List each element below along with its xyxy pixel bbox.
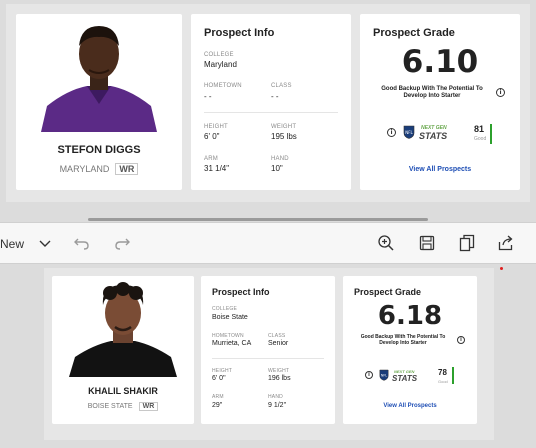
info-icon[interactable]: i	[457, 336, 465, 344]
nfl-shield-icon: NFL	[379, 369, 389, 381]
prospect-grade-card: Prospect Grade 6.10 Good Backup With The…	[360, 14, 520, 190]
info-icon[interactable]: i	[496, 88, 505, 97]
hand-value: 10"	[271, 164, 283, 173]
prospect-info-card: Prospect Info COLLEGE Boise State HOMETO…	[201, 276, 335, 424]
redo-icon[interactable]	[113, 234, 131, 252]
copy-icon[interactable]	[458, 234, 476, 252]
arm-value: 29"	[212, 402, 223, 409]
player-name: STEFON DIGGS	[57, 144, 141, 156]
ngs-logo-stats: STATS	[392, 374, 418, 383]
nfl-shield-icon: NFL	[403, 125, 415, 139]
svg-text:NFL: NFL	[381, 374, 387, 378]
hometown-value: - -	[204, 92, 212, 101]
college-label: COLLEGE	[212, 306, 238, 312]
height-value: 6' 0"	[204, 132, 220, 141]
document-toolbar: New	[0, 222, 536, 264]
share-icon[interactable]	[497, 234, 515, 252]
grade-value: 6.10	[401, 44, 479, 80]
ngs-score-label: Good	[438, 379, 448, 384]
arm-label: ARM	[204, 156, 218, 162]
hometown-label: HOMETOWN	[212, 333, 244, 339]
college-value: Maryland	[204, 60, 237, 69]
ngs-score-label: Good	[474, 136, 487, 142]
player-school: BOISE STATE	[87, 403, 133, 410]
prospect-info-title: Prospect Info	[212, 287, 270, 297]
ngs-info-icon[interactable]: i	[365, 371, 373, 379]
ngs-logo-stats: STATS	[419, 131, 448, 141]
college-value: Boise State	[212, 314, 248, 321]
weight-value: 195 lbs	[271, 132, 297, 141]
grade-value: 6.18	[377, 301, 443, 331]
weight-label: WEIGHT	[268, 368, 290, 374]
position-badge: WR	[138, 402, 159, 411]
horizontal-scrollbar[interactable]	[88, 218, 428, 221]
ngs-score: 78	[438, 368, 447, 377]
player-school: MARYLAND	[59, 164, 110, 174]
prospect-info-title: Prospect Info	[204, 27, 275, 39]
info-divider	[212, 358, 324, 359]
hometown-value: Murrieta, CA	[212, 340, 252, 347]
arm-value: 31 1/4"	[204, 164, 230, 173]
height-label: HEIGHT	[204, 124, 228, 130]
view-all-prospects-link[interactable]: View All Prospects	[343, 403, 477, 409]
class-value: - -	[271, 92, 279, 101]
info-divider	[204, 112, 338, 113]
position-badge: WR	[115, 163, 139, 175]
height-label: HEIGHT	[212, 368, 233, 374]
player-card: KHALIL SHAKIR BOISE STATE WR	[52, 276, 194, 424]
prospect-grade-title: Prospect Grade	[354, 287, 422, 297]
undo-icon[interactable]	[73, 234, 91, 252]
hand-label: HAND	[271, 156, 289, 162]
ngs-score-bar	[490, 124, 492, 144]
player-meta: BOISE STATE WR	[52, 402, 194, 411]
player-photo	[65, 281, 181, 377]
player-photo	[37, 20, 161, 132]
player-card: STEFON DIGGS MARYLAND WR	[16, 14, 182, 190]
grade-description: Good Backup With The Potential To Develo…	[381, 86, 483, 99]
chevron-down-icon[interactable]	[38, 238, 52, 250]
grade-description: Good Backup With The Potential To Develo…	[360, 334, 446, 346]
weight-label: WEIGHT	[271, 124, 297, 130]
new-button[interactable]: New	[0, 237, 24, 251]
weight-value: 196 lbs	[268, 375, 291, 382]
zoom-in-icon[interactable]	[377, 234, 395, 252]
cursor-dot	[500, 267, 503, 270]
class-label: CLASS	[268, 333, 286, 339]
ngs-score-bar	[452, 367, 454, 384]
ngs-info-icon[interactable]: i	[387, 128, 396, 137]
save-icon[interactable]	[418, 234, 436, 252]
hand-value: 9 1/2"	[268, 402, 287, 409]
arm-label: ARM	[212, 394, 224, 400]
svg-text:NFL: NFL	[405, 130, 413, 135]
prospect-info-card: Prospect Info COLLEGE Maryland HOMETOWN …	[191, 14, 351, 190]
class-value: Senior	[268, 340, 289, 347]
player-meta: MARYLAND WR	[16, 163, 182, 175]
height-value: 6' 0"	[212, 375, 226, 382]
hand-label: HAND	[268, 394, 283, 400]
prospect-grade-title: Prospect Grade	[373, 27, 455, 39]
prospect-grade-card: Prospect Grade 6.18 Good Backup With The…	[343, 276, 477, 424]
hometown-label: HOMETOWN	[204, 83, 242, 89]
class-label: CLASS	[271, 83, 292, 89]
college-label: COLLEGE	[204, 52, 234, 58]
ngs-score: 81	[474, 124, 485, 134]
player-name: KHALIL SHAKIR	[88, 386, 158, 396]
view-all-prospects-link[interactable]: View All Prospects	[360, 166, 520, 173]
